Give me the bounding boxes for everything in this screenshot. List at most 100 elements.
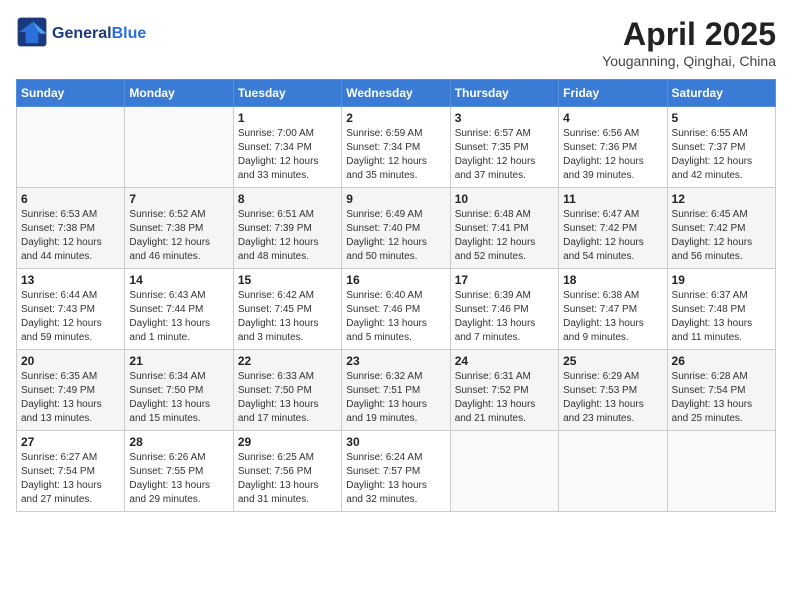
day-number: 1 <box>238 111 337 125</box>
title-block: April 2025 Youganning, Qinghai, China <box>602 16 776 69</box>
day-number: 21 <box>129 354 228 368</box>
day-number: 3 <box>455 111 554 125</box>
day-info: Sunrise: 6:59 AMSunset: 7:34 PMDaylight:… <box>346 127 445 183</box>
calendar-cell: 11 Sunrise: 6:47 AMSunset: 7:42 PMDayligh… <box>559 188 667 269</box>
day-number: 5 <box>672 111 771 125</box>
day-info: Sunrise: 6:45 AMSunset: 7:42 PMDaylight:… <box>672 208 771 264</box>
day-number: 2 <box>346 111 445 125</box>
logo: GeneralBlue <box>16 16 146 48</box>
day-info: Sunrise: 6:52 AMSunset: 7:38 PMDaylight:… <box>129 208 228 264</box>
day-info: Sunrise: 6:51 AMSunset: 7:39 PMDaylight:… <box>238 208 337 264</box>
day-info: Sunrise: 6:24 AMSunset: 7:57 PMDaylight:… <box>346 451 445 507</box>
day-number: 7 <box>129 192 228 206</box>
calendar-week-row: 1Sunrise: 7:00 AMSunset: 7:34 PMDaylight… <box>17 107 776 188</box>
day-info: Sunrise: 6:47 AMSunset: 7:42 PMDaylight:… <box>563 208 662 264</box>
day-number: 24 <box>455 354 554 368</box>
location-subtitle: Youganning, Qinghai, China <box>602 53 776 69</box>
day-number: 9 <box>346 192 445 206</box>
calendar-cell: 13 Sunrise: 6:44 AMSunset: 7:43 PMDayligh… <box>17 269 125 350</box>
calendar-week-row: 27 Sunrise: 6:27 AMSunset: 7:54 PMDayligh… <box>17 431 776 512</box>
calendar-cell: 3 Sunrise: 6:57 AMSunset: 7:35 PMDaylight… <box>450 107 558 188</box>
calendar-cell: 1Sunrise: 7:00 AMSunset: 7:34 PMDaylight… <box>233 107 341 188</box>
calendar-cell: 5 Sunrise: 6:55 AMSunset: 7:37 PMDaylight… <box>667 107 775 188</box>
calendar-cell: 16 Sunrise: 6:40 AMSunset: 7:46 PMDayligh… <box>342 269 450 350</box>
day-info: Sunrise: 6:27 AMSunset: 7:54 PMDaylight:… <box>21 451 120 507</box>
weekday-header-tuesday: Tuesday <box>233 80 341 107</box>
day-info: Sunrise: 6:43 AMSunset: 7:44 PMDaylight:… <box>129 289 228 345</box>
calendar-cell: 6Sunrise: 6:53 AMSunset: 7:38 PMDaylight… <box>17 188 125 269</box>
day-info: Sunrise: 6:26 AMSunset: 7:55 PMDaylight:… <box>129 451 228 507</box>
day-number: 25 <box>563 354 662 368</box>
weekday-header-friday: Friday <box>559 80 667 107</box>
calendar-cell: 7 Sunrise: 6:52 AMSunset: 7:38 PMDaylight… <box>125 188 233 269</box>
calendar-cell <box>450 431 558 512</box>
day-number: 4 <box>563 111 662 125</box>
month-title: April 2025 <box>602 16 776 53</box>
logo-blue-text: Blue <box>112 25 147 42</box>
weekday-header-saturday: Saturday <box>667 80 775 107</box>
calendar-week-row: 20Sunrise: 6:35 AMSunset: 7:49 PMDayligh… <box>17 350 776 431</box>
weekday-header-thursday: Thursday <box>450 80 558 107</box>
day-info: Sunrise: 6:53 AMSunset: 7:38 PMDaylight:… <box>21 208 120 264</box>
logo-general-text: General <box>52 25 112 42</box>
calendar-cell: 29Sunrise: 6:25 AMSunset: 7:56 PMDayligh… <box>233 431 341 512</box>
calendar-cell: 19 Sunrise: 6:37 AMSunset: 7:48 PMDayligh… <box>667 269 775 350</box>
calendar-week-row: 13 Sunrise: 6:44 AMSunset: 7:43 PMDayligh… <box>17 269 776 350</box>
calendar-cell <box>17 107 125 188</box>
calendar-cell: 21Sunrise: 6:34 AMSunset: 7:50 PMDayligh… <box>125 350 233 431</box>
day-number: 23 <box>346 354 445 368</box>
day-info: Sunrise: 6:29 AMSunset: 7:53 PMDaylight:… <box>563 370 662 426</box>
day-number: 27 <box>21 435 120 449</box>
calendar-cell: 12 Sunrise: 6:45 AMSunset: 7:42 PMDayligh… <box>667 188 775 269</box>
day-number: 14 <box>129 273 228 287</box>
day-info: Sunrise: 6:40 AMSunset: 7:46 PMDaylight:… <box>346 289 445 345</box>
calendar-cell: 26Sunrise: 6:28 AMSunset: 7:54 PMDayligh… <box>667 350 775 431</box>
calendar-cell: 17 Sunrise: 6:39 AMSunset: 7:46 PMDayligh… <box>450 269 558 350</box>
calendar-table: SundayMondayTuesdayWednesdayThursdayFrid… <box>16 79 776 512</box>
calendar-cell: 28 Sunrise: 6:26 AMSunset: 7:55 PMDayligh… <box>125 431 233 512</box>
calendar-week-row: 6Sunrise: 6:53 AMSunset: 7:38 PMDaylight… <box>17 188 776 269</box>
calendar-cell: 14 Sunrise: 6:43 AMSunset: 7:44 PMDayligh… <box>125 269 233 350</box>
day-number: 12 <box>672 192 771 206</box>
calendar-cell: 23Sunrise: 6:32 AMSunset: 7:51 PMDayligh… <box>342 350 450 431</box>
calendar-cell: 8 Sunrise: 6:51 AMSunset: 7:39 PMDaylight… <box>233 188 341 269</box>
day-info: Sunrise: 6:39 AMSunset: 7:46 PMDaylight:… <box>455 289 554 345</box>
calendar-cell: 18Sunrise: 6:38 AMSunset: 7:47 PMDayligh… <box>559 269 667 350</box>
calendar-cell: 4 Sunrise: 6:56 AMSunset: 7:36 PMDaylight… <box>559 107 667 188</box>
day-info: Sunrise: 6:44 AMSunset: 7:43 PMDaylight:… <box>21 289 120 345</box>
day-number: 19 <box>672 273 771 287</box>
calendar-cell: 10 Sunrise: 6:48 AMSunset: 7:41 PMDayligh… <box>450 188 558 269</box>
calendar-cell <box>667 431 775 512</box>
day-info: Sunrise: 6:56 AMSunset: 7:36 PMDaylight:… <box>563 127 662 183</box>
day-info: Sunrise: 6:38 AMSunset: 7:47 PMDaylight:… <box>563 289 662 345</box>
calendar-cell <box>125 107 233 188</box>
day-number: 16 <box>346 273 445 287</box>
day-number: 28 <box>129 435 228 449</box>
calendar-cell: 30 Sunrise: 6:24 AMSunset: 7:57 PMDayligh… <box>342 431 450 512</box>
day-info: Sunrise: 6:35 AMSunset: 7:49 PMDaylight:… <box>21 370 120 426</box>
day-info: Sunrise: 6:55 AMSunset: 7:37 PMDaylight:… <box>672 127 771 183</box>
page-header: GeneralBlue April 2025 Youganning, Qingh… <box>16 16 776 69</box>
calendar-cell: 22Sunrise: 6:33 AMSunset: 7:50 PMDayligh… <box>233 350 341 431</box>
day-info: Sunrise: 6:42 AMSunset: 7:45 PMDaylight:… <box>238 289 337 345</box>
day-number: 10 <box>455 192 554 206</box>
calendar-cell <box>559 431 667 512</box>
calendar-header-row: SundayMondayTuesdayWednesdayThursdayFrid… <box>17 80 776 107</box>
day-info: Sunrise: 6:37 AMSunset: 7:48 PMDaylight:… <box>672 289 771 345</box>
calendar-cell: 2 Sunrise: 6:59 AMSunset: 7:34 PMDaylight… <box>342 107 450 188</box>
day-number: 30 <box>346 435 445 449</box>
day-info: Sunrise: 6:33 AMSunset: 7:50 PMDaylight:… <box>238 370 337 426</box>
calendar-cell: 15 Sunrise: 6:42 AMSunset: 7:45 PMDayligh… <box>233 269 341 350</box>
day-info: Sunrise: 6:57 AMSunset: 7:35 PMDaylight:… <box>455 127 554 183</box>
day-number: 15 <box>238 273 337 287</box>
day-info: Sunrise: 6:49 AMSunset: 7:40 PMDaylight:… <box>346 208 445 264</box>
calendar-cell: 9 Sunrise: 6:49 AMSunset: 7:40 PMDaylight… <box>342 188 450 269</box>
day-number: 8 <box>238 192 337 206</box>
day-number: 13 <box>21 273 120 287</box>
day-number: 11 <box>563 192 662 206</box>
weekday-header-wednesday: Wednesday <box>342 80 450 107</box>
day-info: Sunrise: 6:48 AMSunset: 7:41 PMDaylight:… <box>455 208 554 264</box>
day-info: Sunrise: 6:31 AMSunset: 7:52 PMDaylight:… <box>455 370 554 426</box>
calendar-cell: 24 Sunrise: 6:31 AMSunset: 7:52 PMDayligh… <box>450 350 558 431</box>
day-number: 17 <box>455 273 554 287</box>
